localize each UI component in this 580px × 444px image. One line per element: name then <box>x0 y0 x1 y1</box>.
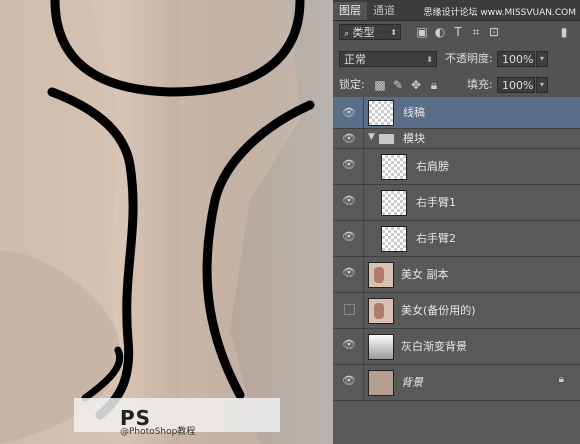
layer-thumbnail <box>368 370 394 396</box>
layer-row[interactable]: 👁︎ 右肩膀 <box>333 149 580 185</box>
layer-thumbnail <box>368 262 394 288</box>
tab-channels[interactable]: 通道 <box>367 2 401 20</box>
layer-row[interactable]: 美女(备份用的) <box>333 293 580 329</box>
layer-thumbnail <box>368 334 394 360</box>
lock-all-icon[interactable]: 🔒︎ <box>427 77 441 93</box>
column-divider <box>363 293 364 328</box>
lock-brush-icon[interactable]: ✎ <box>391 77 405 93</box>
layer-name: 右手臂1 <box>416 196 456 209</box>
pixel-filter-icon[interactable]: ▣ <box>415 24 429 40</box>
blend-mode-select[interactable]: 正常 ⬍ <box>339 51 437 67</box>
layer-thumbnail <box>368 298 394 324</box>
layer-thumbnail <box>381 226 407 252</box>
eye-icon[interactable]: 👁︎ <box>340 230 358 244</box>
chevron-updown-icon: ⬍ <box>426 55 433 64</box>
column-divider <box>363 329 364 364</box>
layer-row[interactable]: 👁︎ 右手臂1 <box>333 185 580 221</box>
blend-mode-value: 正常 <box>344 53 366 66</box>
layer-row[interactable]: 👁︎ 美女 副本 <box>333 257 580 293</box>
blend-row: 正常 ⬍ 不透明度: 100% ▾ <box>333 51 580 69</box>
column-divider <box>363 97 364 128</box>
layer-thumbnail <box>381 154 407 180</box>
caret-down-icon[interactable]: ▼ <box>368 132 375 142</box>
eye-icon[interactable]: 👁︎ <box>340 374 358 388</box>
layer-group-row[interactable]: 👁︎ ▼ 模块 <box>333 129 580 149</box>
panel-tab-bar: 图层 通道 思缘设计论坛 www.MISSVUAN.COM <box>333 0 580 21</box>
column-divider <box>363 365 364 400</box>
tab-layers[interactable]: 图层 <box>333 2 367 20</box>
lock-icon: 🔒︎ <box>558 374 564 385</box>
eye-icon[interactable]: 👁︎ <box>340 194 358 208</box>
fill-dropdown-button[interactable]: ▾ <box>536 77 548 93</box>
lock-transparent-icon[interactable]: ▩ <box>373 77 387 93</box>
visibility-off-box[interactable] <box>344 304 355 315</box>
layer-name: 背景 <box>401 376 423 389</box>
eye-icon[interactable]: 👁︎ <box>340 266 358 280</box>
adjustment-filter-icon[interactable]: ◐ <box>433 24 447 40</box>
layer-thumbnail <box>368 100 394 126</box>
shape-filter-icon[interactable]: ⌗ <box>469 24 483 40</box>
filter-toggle-icon[interactable]: ▮ <box>557 24 571 40</box>
canvas-artwork <box>0 0 315 444</box>
layer-name: 灰白渐变背景 <box>401 340 467 353</box>
column-divider <box>363 221 364 256</box>
layer-row[interactable]: 👁︎ 右手臂2 <box>333 221 580 257</box>
document-canvas[interactable]: PS @PhotoShop教程 <box>0 0 333 444</box>
layer-name: 美女(备份用的) <box>401 304 476 317</box>
layer-name: 右手臂2 <box>416 232 456 245</box>
layer-row[interactable]: 👁︎ 灰白渐变背景 <box>333 329 580 365</box>
lock-label: 锁定: <box>339 78 365 91</box>
fill-field[interactable]: 100% <box>497 77 535 93</box>
column-divider <box>363 129 364 148</box>
type-filter-icon[interactable]: T <box>451 24 465 40</box>
opacity-field[interactable]: 100% <box>497 51 535 67</box>
smartobject-filter-icon[interactable]: ⊡ <box>487 24 501 40</box>
group-name: 模块 <box>403 132 425 145</box>
opacity-dropdown-button[interactable]: ▾ <box>536 51 548 67</box>
layers-panel: 图层 通道 思缘设计论坛 www.MISSVUAN.COM ⌕ 类型 ⬍ ▣ ◐… <box>333 0 580 444</box>
filter-kind-value: 类型 <box>352 26 375 39</box>
layer-row[interactable]: 👁︎ 线稿 <box>333 97 580 129</box>
layers-list: 👁︎ 线稿 👁︎ ▼ 模块 👁︎ 右肩膀 👁︎ 右手臂1 👁︎ 右手臂2 👁︎ … <box>333 97 580 444</box>
fill-label: 填充: <box>467 78 493 91</box>
lock-row: 锁定: ▩ ✎ ✥ 🔒︎ 填充: 100% ▾ <box>333 77 580 95</box>
layer-name: 美女 副本 <box>401 268 449 281</box>
filter-row: ⌕ 类型 ⬍ ▣ ◐ T ⌗ ⊡ ▮ <box>333 24 580 42</box>
watermark-subtitle: @PhotoShop教程 <box>120 427 196 437</box>
eye-icon[interactable]: 👁︎ <box>340 158 358 172</box>
site-watermark: 思缘设计论坛 www.MISSVUAN.COM <box>423 8 576 18</box>
layer-name: 右肩膀 <box>416 160 449 173</box>
column-divider <box>363 149 364 184</box>
eye-icon[interactable]: 👁︎ <box>340 132 358 146</box>
column-divider <box>363 257 364 292</box>
lock-move-icon[interactable]: ✥ <box>409 77 423 93</box>
layer-row[interactable]: 👁︎ 背景 🔒︎ <box>333 365 580 401</box>
search-icon: ⌕ <box>344 29 350 39</box>
layer-thumbnail <box>381 190 407 216</box>
eye-icon[interactable]: 👁︎ <box>340 106 358 120</box>
opacity-label: 不透明度: <box>445 52 493 65</box>
folder-icon <box>379 134 394 144</box>
layer-name: 线稿 <box>403 106 425 119</box>
eye-icon[interactable]: 👁︎ <box>340 338 358 352</box>
column-divider <box>363 185 364 220</box>
chevron-updown-icon: ⬍ <box>390 28 397 37</box>
filter-kind-select[interactable]: ⌕ 类型 ⬍ <box>339 24 401 40</box>
